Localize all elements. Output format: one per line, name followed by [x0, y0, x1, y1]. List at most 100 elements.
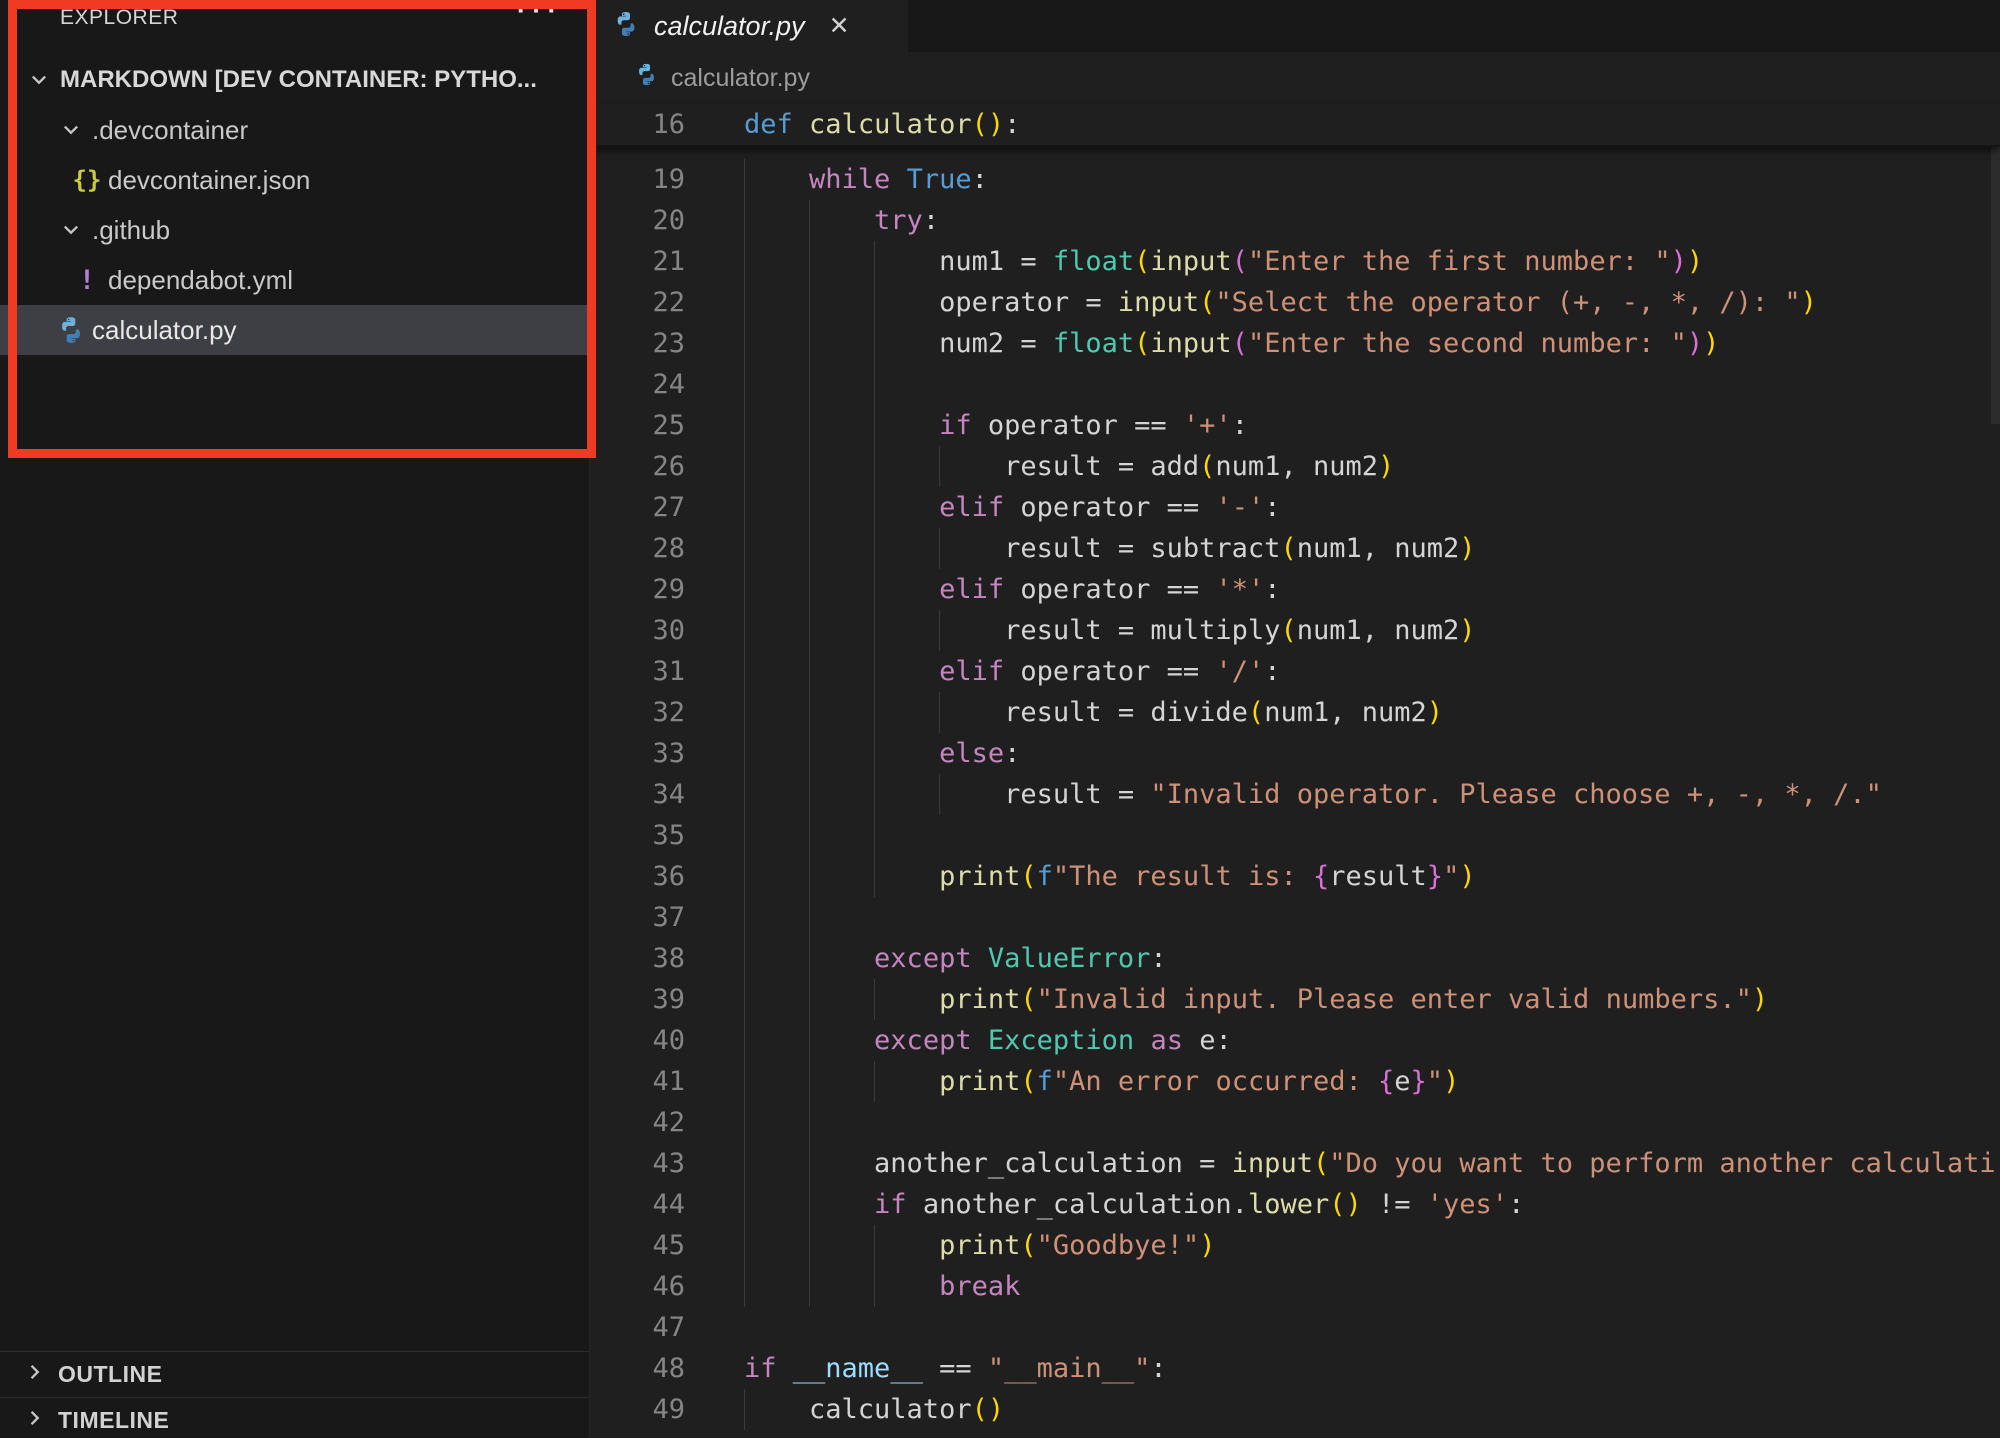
code-line-30[interactable]: 30 result = multiply(num1, num2) [590, 610, 2000, 651]
breadcrumb[interactable]: calculator.py [590, 52, 2000, 104]
code-line-23[interactable]: 23 num2 = float(input("Enter the second … [590, 323, 2000, 364]
code-line-34[interactable]: 34 result = "Invalid operator. Please ch… [590, 774, 2000, 815]
code-text[interactable]: while True: [744, 159, 2000, 200]
code-text[interactable]: calculator() [744, 1389, 2000, 1430]
code-text[interactable]: def calculator(): [744, 104, 2000, 145]
tree-item-devcontainer-json[interactable]: {}devcontainer.json [0, 155, 589, 205]
code-line-47[interactable]: 47 [590, 1307, 2000, 1348]
token: operator = [744, 287, 1118, 318]
code-line-48[interactable]: 48if __name__ == "__main__": [590, 1348, 2000, 1389]
code-line-25[interactable]: 25 if operator == '+': [590, 405, 2000, 446]
tree-item-markdown-dev-container-pytho-[interactable]: MARKDOWN [DEV CONTAINER: PYTHO... [0, 55, 589, 105]
code-text[interactable]: print("Invalid input. Please enter valid… [744, 979, 2000, 1020]
code-line-32[interactable]: 32 result = divide(num1, num2) [590, 692, 2000, 733]
code-text[interactable]: if another_calculation.lower() != 'yes': [744, 1184, 2000, 1225]
section-timeline[interactable]: TIMELINE [0, 1397, 589, 1438]
code-line-22[interactable]: 22 operator = input("Select the operator… [590, 282, 2000, 323]
code-text[interactable]: elif operator == '/': [744, 651, 2000, 692]
explorer-title: EXPLORER [60, 6, 178, 30]
code-line-27[interactable]: 27 elif operator == '-': [590, 487, 2000, 528]
token [744, 492, 939, 523]
code-text[interactable]: result = add(num1, num2) [744, 446, 2000, 487]
code-text[interactable]: print("Goodbye!") [744, 1225, 2000, 1266]
code-line-50[interactable]: 50 [590, 1430, 2000, 1438]
code-text[interactable]: result = subtract(num1, num2) [744, 528, 2000, 569]
code-line-20[interactable]: 20 try: [590, 200, 2000, 241]
breadcrumb-item[interactable]: calculator.py [671, 64, 810, 93]
code-line-43[interactable]: 43 another_calculation = input("Do you w… [590, 1143, 2000, 1184]
code-text[interactable]: break [744, 1266, 2000, 1307]
code-text[interactable]: elif operator == '*': [744, 569, 2000, 610]
code-text[interactable]: operator = input("Select the operator (+… [744, 282, 2000, 323]
code-line-sticky-16[interactable]: 16def calculator(): [590, 104, 2000, 145]
code-text[interactable]: print(f"An error occurred: {e}") [744, 1061, 2000, 1102]
code-text[interactable] [744, 897, 2000, 938]
line-number: 31 [590, 651, 685, 692]
code-text[interactable]: result = divide(num1, num2) [744, 692, 2000, 733]
code-text[interactable]: elif operator == '-': [744, 487, 2000, 528]
code-text[interactable]: except Exception as e: [744, 1020, 2000, 1061]
line-number: 35 [590, 815, 685, 856]
code-text[interactable]: if __name__ == "__main__": [744, 1348, 2000, 1389]
code-text[interactable]: result = multiply(num1, num2) [744, 610, 2000, 651]
token: ) [1459, 533, 1475, 564]
tree-item-calculator-py[interactable]: calculator.py [0, 305, 589, 355]
code-line-39[interactable]: 39 print("Invalid input. Please enter va… [590, 979, 2000, 1020]
code-line-40[interactable]: 40 except Exception as e: [590, 1020, 2000, 1061]
code-text[interactable]: try: [744, 200, 2000, 241]
chevron-right-icon[interactable] [24, 1361, 46, 1389]
indent-guide [809, 569, 810, 610]
code-line-26[interactable]: 26 result = add(num1, num2) [590, 446, 2000, 487]
code-text[interactable]: num2 = float(input("Enter the second num… [744, 323, 2000, 364]
code-line-42[interactable]: 42 [590, 1102, 2000, 1143]
tab-calculator-py[interactable]: calculator.py ✕ [590, 0, 908, 52]
code-line-46[interactable]: 46 break [590, 1266, 2000, 1307]
indent-guide [744, 1225, 745, 1266]
token: ) [1427, 697, 1443, 728]
chevron-right-icon[interactable] [24, 1407, 46, 1435]
code-line-31[interactable]: 31 elif operator == '/': [590, 651, 2000, 692]
chevron-down-icon[interactable] [54, 119, 88, 141]
code-text[interactable]: print(f"The result is: {result}") [744, 856, 2000, 897]
code-line-45[interactable]: 45 print("Goodbye!") [590, 1225, 2000, 1266]
code-line-24[interactable]: 24 [590, 364, 2000, 405]
code-text[interactable]: result = "Invalid operator. Please choos… [744, 774, 2000, 815]
code-text[interactable] [744, 1430, 2000, 1438]
code-line-29[interactable]: 29 elif operator == '*': [590, 569, 2000, 610]
code-line-33[interactable]: 33 else: [590, 733, 2000, 774]
code-line-38[interactable]: 38 except ValueError: [590, 938, 2000, 979]
code-text[interactable] [744, 1102, 2000, 1143]
token: ) [1687, 328, 1703, 359]
vertical-scrollbar[interactable] [1991, 104, 2000, 424]
token: __name__ [793, 1353, 923, 1384]
code-text[interactable] [744, 815, 2000, 856]
section-outline[interactable]: OUTLINE [0, 1351, 589, 1397]
code-text[interactable]: except ValueError: [744, 938, 2000, 979]
chevron-down-icon[interactable] [22, 69, 56, 91]
close-icon[interactable]: ✕ [829, 11, 850, 41]
code-line-37[interactable]: 37 [590, 897, 2000, 938]
code-line-19[interactable]: 19 while True: [590, 159, 2000, 200]
tree-item--devcontainer[interactable]: .devcontainer [0, 105, 589, 155]
code-line-41[interactable]: 41 print(f"An error occurred: {e}") [590, 1061, 2000, 1102]
code-text[interactable]: if operator == '+': [744, 405, 2000, 446]
code-line-49[interactable]: 49 calculator() [590, 1389, 2000, 1430]
sticky-scroll-line[interactable]: 16def calculator(): [590, 104, 2000, 147]
line-number: 39 [590, 979, 685, 1020]
code-line-28[interactable]: 28 result = subtract(num1, num2) [590, 528, 2000, 569]
code-text[interactable]: another_calculation = input("Do you want… [744, 1143, 2000, 1184]
code-line-36[interactable]: 36 print(f"The result is: {result}") [590, 856, 2000, 897]
tree-item-dependabot-yml[interactable]: !dependabot.yml [0, 255, 589, 305]
code-text[interactable]: num1 = float(input("Enter the first numb… [744, 241, 2000, 282]
code-line-21[interactable]: 21 num1 = float(input("Enter the first n… [590, 241, 2000, 282]
code-viewport[interactable]: 19 while True:20 try:21 num1 = float(inp… [590, 147, 2000, 1438]
code-text[interactable] [744, 364, 2000, 405]
more-actions-icon[interactable]: ··· [514, 0, 560, 31]
code-text[interactable] [744, 1307, 2000, 1348]
code-text[interactable]: else: [744, 733, 2000, 774]
code-line-44[interactable]: 44 if another_calculation.lower() != 'ye… [590, 1184, 2000, 1225]
tree-item--github[interactable]: .github [0, 205, 589, 255]
indent-guide [744, 159, 745, 200]
chevron-down-icon[interactable] [54, 219, 88, 241]
code-line-35[interactable]: 35 [590, 815, 2000, 856]
